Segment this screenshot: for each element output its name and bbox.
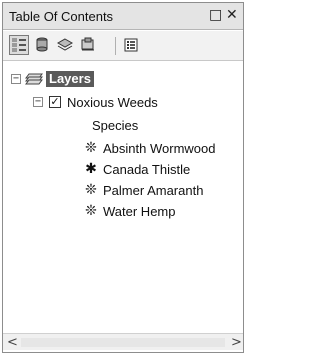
drawing-order-icon [12,38,26,52]
noxious-weeds-label: Noxious Weeds [67,94,158,110]
layers-label: Layers [46,71,94,87]
panel-title: Table Of Contents [9,9,114,24]
legend-item-canada-thistle[interactable]: ✱ Canada Thistle [83,160,190,178]
visibility-icon [57,38,73,51]
legend-label: Water Hemp [103,203,176,219]
legend-label: Absinth Wormwood [103,140,216,156]
list-by-visibility-button[interactable] [55,35,75,55]
species-field-heading: Species [92,116,138,134]
tree-node-layers[interactable]: − Layers [11,70,94,88]
scroll-right-button[interactable]: > [231,335,242,350]
legend-item-palmer-amaranth[interactable]: ❊ Palmer Amaranth [83,181,203,199]
panel-titlebar[interactable]: Table Of Contents □ ✕ [3,3,243,30]
tree-node-noxious-weeds[interactable]: − ✓ Noxious Weeds [33,93,158,111]
scrollbar-track[interactable] [21,338,225,347]
layers-icon [25,73,43,85]
legend-item-absinth-wormwood[interactable]: ❊ Absinth Wormwood [83,139,215,157]
selection-icon [81,37,94,51]
pin-icon[interactable]: □ [209,7,222,23]
absinth-wormwood-symbol-icon[interactable]: ❊ [83,140,99,156]
legend-label: Canada Thistle [103,161,191,177]
legend-label: Palmer Amaranth [103,182,204,198]
list-by-drawing-order-button[interactable] [9,35,29,55]
close-icon[interactable]: ✕ [226,7,238,23]
canada-thistle-symbol-icon[interactable]: ✱ [83,161,99,177]
source-icon [36,37,48,52]
palmer-amaranth-symbol-icon[interactable]: ❊ [83,182,99,198]
legend-item-water-hemp[interactable]: ❊ Water Hemp [83,202,175,220]
scroll-left-button[interactable]: < [7,335,18,350]
species-field-label: Species [92,117,139,133]
toolbar-separator [115,37,116,55]
table-of-contents-panel: Table Of Contents □ ✕ − Layers − ✓ Noxio… [2,2,244,353]
options-button[interactable] [121,35,141,55]
noxious-weeds-visibility-checkbox[interactable]: ✓ [49,96,61,108]
layer-tree: − Layers − ✓ Noxious Weeds Species ❊ Abs… [3,62,243,328]
options-icon [124,38,138,52]
list-by-source-button[interactable] [32,35,52,55]
collapse-noxious-weeds-button[interactable]: − [33,97,43,107]
list-by-selection-button[interactable] [78,35,98,55]
toc-toolbar [3,31,243,61]
collapse-layers-button[interactable]: − [11,74,21,84]
water-hemp-symbol-icon[interactable]: ❊ [83,203,99,219]
horizontal-scrollbar[interactable]: < > [3,333,243,350]
